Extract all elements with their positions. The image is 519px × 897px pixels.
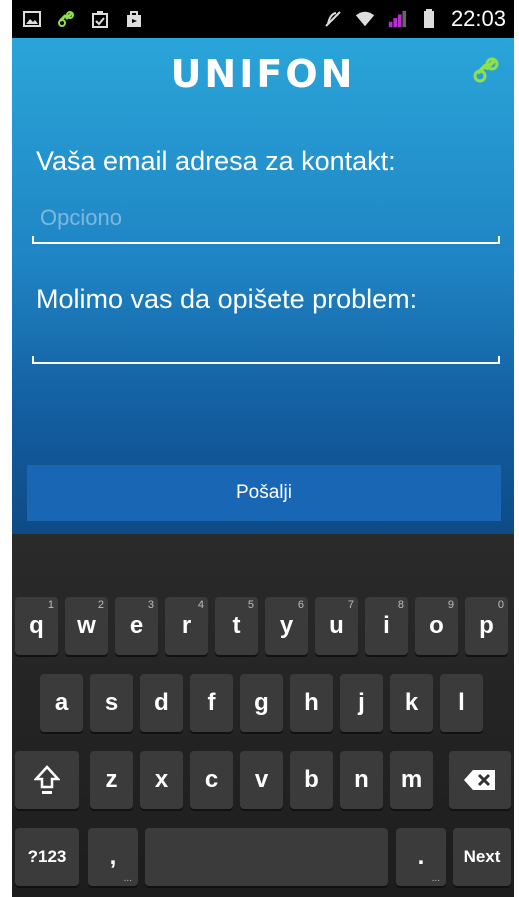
key-label: x [154,766,169,793]
problem-field[interactable] [32,314,500,362]
problem-field-container [32,314,500,364]
link-icon [56,9,76,29]
email-field[interactable] [32,194,500,242]
backspace-key[interactable] [449,751,511,809]
key-label: r [181,612,192,639]
app-logo: UNIFON [170,52,356,96]
key-i[interactable]: i8 [365,597,408,655]
key-t[interactable]: t5 [215,597,258,655]
key-q[interactable]: q1 [15,597,58,655]
next-key[interactable]: Next [453,828,511,886]
key-m[interactable]: m [390,751,433,809]
space-key[interactable] [145,828,388,886]
key-n[interactable]: n [340,751,383,809]
key-label: b [304,766,319,793]
link-icon[interactable] [472,56,500,84]
period-key[interactable]: . ... [396,828,446,886]
key-hint: 8 [397,599,404,611]
key-hint: 2 [97,599,104,611]
problem-label: Molimo vas da opišete problem: [36,284,418,314]
key-label: z [105,766,118,793]
clipboard-check-icon [90,9,110,29]
key-hint: 3 [147,599,154,611]
key-f[interactable]: f [190,674,233,732]
key-hint: 0 [497,599,504,611]
shift-key[interactable] [15,751,79,809]
key-hint: 7 [347,599,354,611]
email-field-container [32,194,500,244]
key-label: n [354,766,369,793]
feedback-form: UNIFON Vaša email adresa za kontakt: Mol… [12,38,514,534]
key-label: q [29,612,44,639]
more-chars-indicator: ... [123,873,132,884]
key-label: e [129,612,144,639]
key-label: d [154,689,169,716]
key-l[interactable]: l [440,674,483,732]
key-label: l [458,689,465,716]
status-bar: 22:03 [12,0,514,38]
comma-key[interactable]: , ... [88,828,138,886]
key-c[interactable]: c [190,751,233,809]
key-label: k [404,689,419,716]
keyboard-row-2: asdfghjkl [12,674,514,732]
keyboard-row-4: ?123 , ... . ... Next [12,828,514,886]
key-b[interactable]: b [290,751,333,809]
key-h[interactable]: h [290,674,333,732]
key-hint: 9 [447,599,454,611]
image-icon [22,9,42,29]
key-label: u [329,612,344,639]
key-w[interactable]: w2 [65,597,108,655]
keyboard-row-3: zxcvbnm [12,751,514,809]
key-label: h [304,689,319,716]
key-label: g [254,689,269,716]
email-label: Vaša email adresa za kontakt: [36,146,396,176]
key-x[interactable]: x [140,751,183,809]
more-chars-indicator: ... [431,873,440,884]
key-k[interactable]: k [390,674,433,732]
key-v[interactable]: v [240,751,283,809]
phone-screen: 22:03 UNIFON Vaša email adresa za kontak… [12,0,514,897]
key-e[interactable]: e3 [115,597,158,655]
key-z[interactable]: z [90,751,133,809]
mute-icon [323,9,343,29]
key-o[interactable]: o9 [415,597,458,655]
key-label: j [358,689,365,716]
key-hint: 5 [247,599,254,611]
send-button[interactable]: Pošalji [27,465,501,521]
key-label: o [429,612,444,639]
key-u[interactable]: u7 [315,597,358,655]
key-s[interactable]: s [90,674,133,732]
key-label: c [204,766,219,793]
key-a[interactable]: a [40,674,83,732]
store-icon [124,9,144,29]
key-y[interactable]: y6 [265,597,308,655]
wifi-icon [355,9,375,29]
key-r[interactable]: r4 [165,597,208,655]
keyboard-row-1: q1w2e3r4t5y6u7i8o9p0 [12,597,514,655]
key-d[interactable]: d [140,674,183,732]
key-hint: 6 [297,599,304,611]
key-label: a [54,689,69,716]
key-p[interactable]: p0 [465,597,508,655]
key-label: p [479,612,494,639]
key-hint: 4 [197,599,204,611]
key-label: s [104,689,119,716]
status-notifications [22,9,144,29]
key-hint: 1 [47,599,54,611]
status-system: 22:03 [323,6,506,32]
battery-icon [419,9,439,29]
key-label: t [232,612,241,639]
key-label: v [254,766,269,793]
status-time: 22:03 [450,6,506,31]
signal-icon [387,9,407,29]
key-label: m [400,766,423,793]
key-label: w [77,612,96,639]
key-g[interactable]: g [240,674,283,732]
key-label: i [383,612,390,639]
key-label: y [279,612,294,639]
soft-keyboard: q1w2e3r4t5y6u7i8o9p0 asdfghjkl zxcvbnm ?… [12,534,514,897]
symbols-key[interactable]: ?123 [15,828,79,886]
key-j[interactable]: j [340,674,383,732]
key-label: f [207,689,216,716]
